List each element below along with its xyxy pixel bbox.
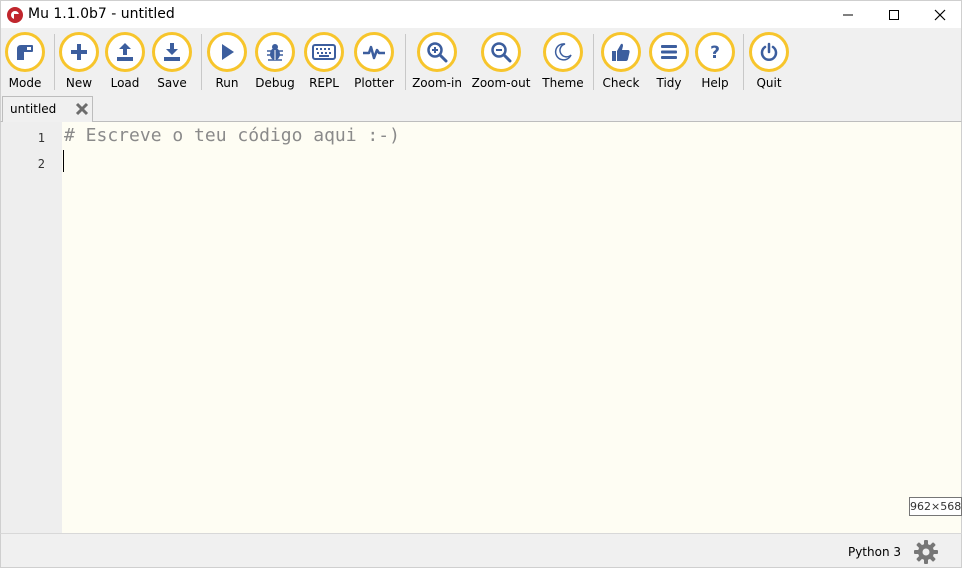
tab-untitled[interactable]: untitled	[2, 96, 93, 122]
window-title: Mu 1.1.0b7 - untitled	[28, 6, 175, 22]
upload-icon	[117, 43, 133, 61]
quit-label: Quit	[756, 76, 782, 90]
gear-icon[interactable]	[913, 539, 939, 565]
size-tooltip: 962×568	[909, 497, 962, 516]
theme-button[interactable]: Theme	[536, 32, 590, 94]
code-line: # Escreve o teu código aqui :-)	[64, 125, 400, 146]
bug-icon	[267, 44, 283, 61]
pulse-icon	[363, 45, 385, 60]
close-icon	[934, 9, 946, 21]
zoom-in-label: Zoom-in	[412, 76, 462, 90]
mu-logo-icon	[7, 7, 23, 23]
minimize-icon	[843, 14, 853, 16]
tab-bar: untitled	[0, 96, 962, 122]
line-number: 2	[37, 157, 45, 171]
line-number: 1	[37, 131, 45, 145]
zoom-out-button[interactable]: Zoom-out	[472, 32, 530, 94]
svg-text:?: ?	[710, 43, 720, 62]
zoom-in-button[interactable]: Zoom-in	[410, 32, 464, 94]
question-icon: ?	[710, 43, 720, 62]
mode-indicator: Python 3	[847, 545, 901, 559]
toolbar: Mode New Load Save Run Debug REPL Plotte…	[0, 28, 962, 96]
minimize-button[interactable]	[825, 1, 871, 29]
line-number-gutter: 1 2	[1, 122, 62, 533]
mode-icon	[17, 45, 33, 60]
close-tab-icon[interactable]	[75, 102, 89, 116]
maximize-icon	[889, 10, 899, 20]
text-cursor	[63, 150, 64, 172]
play-icon	[222, 44, 234, 60]
close-window-button[interactable]	[917, 1, 962, 29]
tab-label: untitled	[10, 102, 57, 116]
moon-icon	[554, 43, 572, 61]
zoom-in-icon	[427, 42, 448, 63]
quit-button[interactable]: Quit	[742, 32, 796, 94]
download-icon	[164, 43, 180, 61]
code-text-area[interactable]: # Escreve o teu código aqui :-)	[62, 122, 961, 533]
code-editor[interactable]: 1 2 # Escreve o teu código aqui :-)	[0, 122, 962, 533]
lines-icon	[661, 45, 677, 59]
zoom-out-icon	[491, 42, 512, 63]
maximize-button[interactable]	[871, 1, 917, 29]
keyboard-icon	[312, 44, 336, 60]
plus-icon	[71, 44, 87, 60]
thumbs-up-icon	[612, 43, 630, 61]
plotter-button[interactable]: Plotter	[347, 32, 401, 94]
power-icon	[760, 42, 778, 61]
title-bar: Mu 1.1.0b7 - untitled	[0, 0, 962, 28]
status-bar: Python 3	[0, 533, 962, 568]
